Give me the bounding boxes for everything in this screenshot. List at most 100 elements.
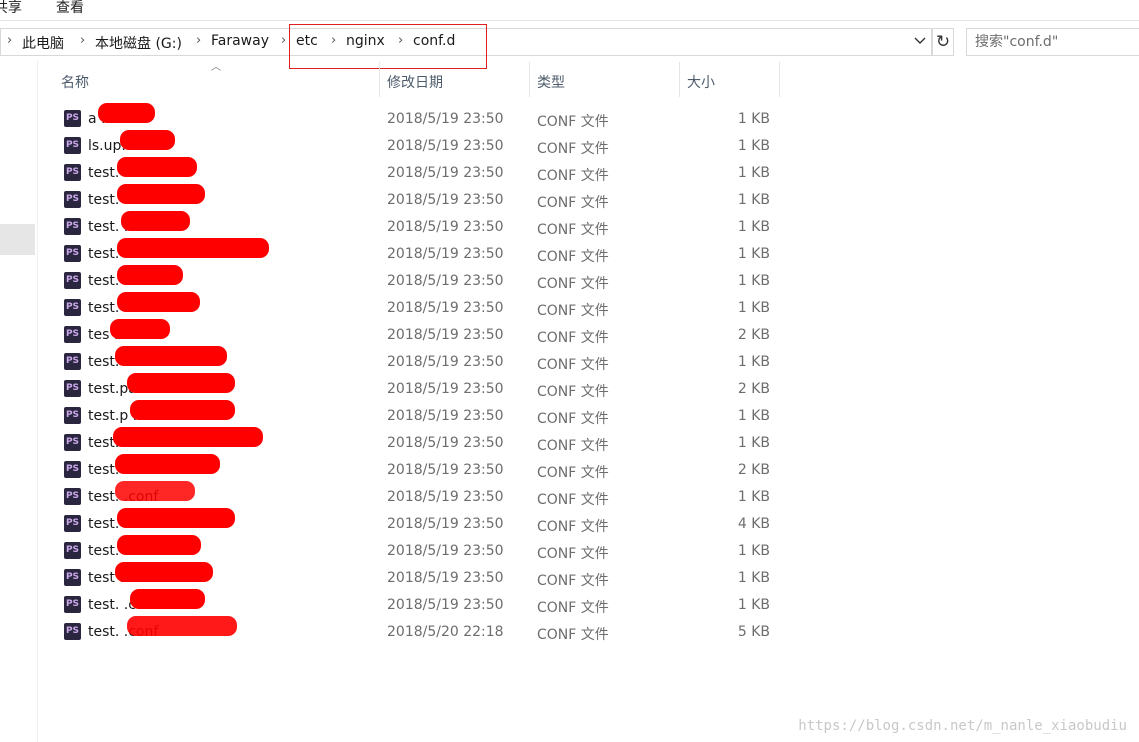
phpstorm-file-icon: PS <box>64 380 81 397</box>
redaction-mark <box>115 454 220 474</box>
column-header-type[interactable]: 类型 <box>537 72 565 92</box>
chevron-right-icon[interactable]: › <box>196 33 201 48</box>
file-row[interactable]: PS test.p .conf 2018/5/19 23:50 CONF 文件 … <box>55 400 785 430</box>
chevron-down-icon[interactable] <box>913 33 927 50</box>
file-row[interactable]: PS a .conf 2018/5/19 23:50 CONF 文件 1 KB <box>55 103 785 133</box>
file-size: 1 KB <box>737 138 770 154</box>
file-date: 2018/5/19 23:50 <box>387 354 504 370</box>
file-row[interactable]: PS test. .conf 2018/5/19 23:50 CONF 文件 1… <box>55 589 785 619</box>
chevron-right-icon[interactable]: › <box>281 33 286 48</box>
file-date: 2018/5/19 23:50 <box>387 300 504 316</box>
column-header-size[interactable]: 大小 <box>687 72 715 92</box>
file-row[interactable]: PS test .conf 2018/5/19 23:50 CONF 文件 1 … <box>55 562 785 592</box>
file-type: CONF 文件 <box>537 141 609 157</box>
phpstorm-file-icon: PS <box>64 461 81 478</box>
phpstorm-file-icon: PS <box>64 299 81 316</box>
chevron-right-icon[interactable]: › <box>398 33 403 48</box>
column-divider[interactable] <box>779 62 780 97</box>
ribbon-divider <box>0 20 1139 21</box>
ribbon-tab-view[interactable]: 查看 <box>56 0 84 17</box>
chevron-right-icon[interactable]: › <box>331 33 336 48</box>
redaction-mark <box>115 346 227 366</box>
file-date: 2018/5/19 23:50 <box>387 219 504 235</box>
file-type: CONF 文件 <box>537 249 609 265</box>
phpstorm-file-icon: PS <box>64 110 81 127</box>
refresh-icon[interactable]: ↻ <box>932 28 954 56</box>
phpstorm-file-icon: PS <box>64 434 81 451</box>
file-type: CONF 文件 <box>537 384 609 400</box>
file-row[interactable]: PS test. .conf 2018/5/19 23:50 CONF 文件 1… <box>55 157 785 187</box>
redaction-mark <box>130 589 205 609</box>
file-date: 2018/5/19 23:50 <box>387 543 504 559</box>
ribbon-tabs: 共享 查看 <box>0 0 1139 20</box>
file-size: 1 KB <box>737 354 770 370</box>
file-size: 1 KB <box>737 435 770 451</box>
redaction-mark <box>117 292 200 312</box>
file-type: CONF 文件 <box>537 168 609 184</box>
nav-item-selected[interactable] <box>0 224 35 255</box>
file-size: 1 KB <box>737 543 770 559</box>
breadcrumb-conf-d[interactable]: conf.d <box>413 33 455 49</box>
file-size: 1 KB <box>737 192 770 208</box>
file-row[interactable]: PS ls.up. .conf 2018/5/19 23:50 CONF 文件 … <box>55 130 785 160</box>
file-row[interactable]: PS test. .conf 2018/5/19 23:50 CONF 文件 1… <box>55 292 785 322</box>
file-row[interactable]: PS test. .conf 2018/5/19 23:50 CONF 文件 1… <box>55 427 785 457</box>
watermark: https://blog.csdn.net/m_nanle_xiaobudiu <box>798 718 1127 734</box>
file-type: CONF 文件 <box>537 330 609 346</box>
redaction-mark <box>117 184 205 204</box>
file-row[interactable]: PS test. .conf 2018/5/19 23:50 CONF 文件 2… <box>55 454 785 484</box>
file-type: CONF 文件 <box>537 195 609 211</box>
breadcrumb-local-disk[interactable]: 本地磁盘 (G:) <box>95 33 182 53</box>
file-size: 2 KB <box>737 327 770 343</box>
file-size: 5 KB <box>737 624 770 640</box>
pane-divider[interactable] <box>37 60 38 742</box>
breadcrumb-faraway[interactable]: Faraway <box>211 33 269 49</box>
address-bar[interactable]: › 此电脑 › 本地磁盘 (G:) › Faraway › etc › ngin… <box>0 28 932 56</box>
file-type: CONF 文件 <box>537 519 609 535</box>
file-row[interactable]: PS test. .conf 2018/5/19 23:50 CONF 文件 1… <box>55 184 785 214</box>
file-row[interactable]: PS tes .conf 2018/5/19 23:50 CONF 文件 2 K… <box>55 319 785 349</box>
chevron-right-icon[interactable]: › <box>80 33 85 48</box>
phpstorm-file-icon: PS <box>64 137 81 154</box>
phpstorm-file-icon: PS <box>64 569 81 586</box>
ribbon-tab-share[interactable]: 共享 <box>0 0 22 17</box>
file-row[interactable]: PS test. .conf 2018/5/19 23:50 CONF 文件 4… <box>55 508 785 538</box>
search-input[interactable] <box>966 28 1139 56</box>
column-header-date[interactable]: 修改日期 <box>387 72 443 92</box>
file-row[interactable]: PS test. .conf 2018/5/19 23:50 CONF 文件 1… <box>55 211 785 241</box>
file-size: 2 KB <box>737 462 770 478</box>
file-row[interactable]: PS test. .conf 2018/5/19 23:50 CONF 文件 1… <box>55 481 785 511</box>
redaction-mark <box>127 616 237 636</box>
file-size: 1 KB <box>737 219 770 235</box>
file-date: 2018/5/19 23:50 <box>387 489 504 505</box>
breadcrumb-etc[interactable]: etc <box>296 33 318 49</box>
file-date: 2018/5/19 23:50 <box>387 138 504 154</box>
breadcrumb-this-pc[interactable]: 此电脑 <box>22 33 64 53</box>
phpstorm-file-icon: PS <box>64 272 81 289</box>
file-row[interactable]: PS test. .conf 2018/5/19 23:50 CONF 文件 1… <box>55 535 785 565</box>
file-row[interactable]: PS test. .conf 2018/5/19 23:50 CONF 文件 1… <box>55 346 785 376</box>
file-date: 2018/5/20 22:18 <box>387 624 504 640</box>
file-type: CONF 文件 <box>537 492 609 508</box>
file-date: 2018/5/19 23:50 <box>387 435 504 451</box>
column-divider[interactable] <box>379 62 380 97</box>
file-row[interactable]: PS test. .conf 2018/5/20 22:18 CONF 文件 5… <box>55 616 785 646</box>
file-type: CONF 文件 <box>537 114 609 130</box>
file-size: 4 KB <box>737 516 770 532</box>
file-row[interactable]: PS test. .conf 2018/5/19 23:50 CONF 文件 1… <box>55 238 785 268</box>
file-date: 2018/5/19 23:50 <box>387 273 504 289</box>
phpstorm-file-icon: PS <box>64 191 81 208</box>
breadcrumb-nginx[interactable]: nginx <box>346 33 385 49</box>
column-divider[interactable] <box>679 62 680 97</box>
column-header-name[interactable]: 名称 <box>61 72 89 92</box>
redaction-mark <box>120 130 175 150</box>
file-type: CONF 文件 <box>537 303 609 319</box>
file-date: 2018/5/19 23:50 <box>387 327 504 343</box>
file-type: CONF 文件 <box>537 627 609 643</box>
column-divider[interactable] <box>529 62 530 97</box>
redaction-mark <box>115 562 213 582</box>
file-row[interactable]: PS test. .conf 2018/5/19 23:50 CONF 文件 1… <box>55 265 785 295</box>
file-size: 1 KB <box>737 111 770 127</box>
chevron-right-icon[interactable]: › <box>7 33 12 48</box>
file-row[interactable]: PS test.pa .conf 2018/5/19 23:50 CONF 文件… <box>55 373 785 403</box>
